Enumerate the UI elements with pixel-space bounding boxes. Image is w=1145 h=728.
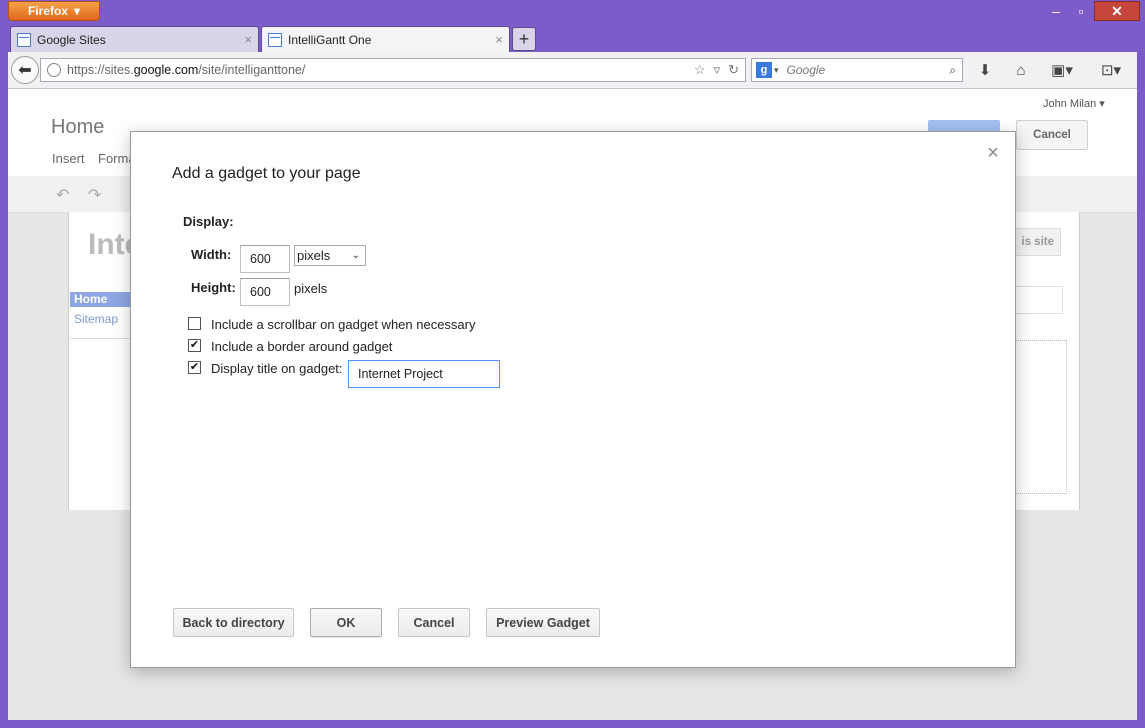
gadget-dialog — [130, 131, 1016, 668]
scrollbar-option-label: Include a scrollbar on gadget when neces… — [211, 317, 476, 332]
tab-close-icon[interactable]: × — [244, 32, 252, 47]
tab-intelligantt-one[interactable]: IntelliGantt One × — [261, 26, 510, 52]
user-menu[interactable]: John Milan ▾ — [1043, 97, 1105, 110]
bookmarks-icon[interactable]: ▣▾ — [1046, 60, 1078, 80]
chevron-down-icon[interactable]: ▾ — [774, 65, 779, 76]
width-unit-value: pixels — [297, 248, 331, 263]
search-placeholder: Google — [786, 63, 826, 77]
search-icon[interactable]: ⌕ — [949, 63, 956, 78]
download-icon[interactable]: ⬇ — [974, 60, 996, 80]
page-title: Home — [51, 116, 105, 138]
window-close-icon[interactable]: ✕ — [1094, 1, 1140, 21]
firefox-menu-button[interactable]: Firefox ▾ — [8, 1, 100, 21]
firefox-menu-label: Firefox — [27, 4, 68, 18]
preview-gadget-button[interactable]: Preview Gadget — [486, 608, 600, 637]
width-unit-select[interactable]: pixels ⌄ — [294, 245, 366, 266]
sidebar-item-home[interactable]: Home — [70, 292, 132, 307]
google-icon[interactable]: g — [756, 62, 772, 78]
maximize-icon[interactable]: ▫ — [1068, 2, 1094, 20]
width-input[interactable] — [240, 245, 290, 273]
display-label: Display: — [183, 214, 234, 229]
ok-button[interactable]: OK — [310, 608, 382, 637]
sidebar-item-sitemap[interactable]: Sitemap — [74, 312, 118, 326]
border-option-label: Include a border around gadget — [211, 339, 393, 354]
title-option-label: Display title on gadget: — [211, 361, 343, 376]
content-field — [1015, 286, 1063, 314]
sites-favicon-icon — [268, 32, 282, 47]
gadget-title-input[interactable] — [348, 360, 500, 388]
back-button[interactable]: ⬅ — [11, 56, 39, 84]
chevron-down-icon: ▾ — [73, 4, 81, 18]
tab-google-sites[interactable]: Google Sites × — [10, 26, 259, 52]
cancel-button[interactable]: Cancel — [398, 608, 470, 637]
url-text: https://sites.google.com/site/intelligan… — [67, 63, 306, 77]
border-checkbox[interactable]: ✔ — [188, 339, 201, 352]
divider — [70, 338, 132, 339]
back-to-directory-button[interactable]: Back to directory — [173, 608, 294, 637]
url-bar[interactable]: https://sites.google.com/site/intelligan… — [40, 58, 746, 82]
page-cancel-button[interactable]: Cancel — [1016, 120, 1088, 150]
tab-label: IntelliGantt One — [288, 32, 372, 47]
height-input[interactable] — [240, 278, 290, 306]
tab-label: Google Sites — [37, 32, 106, 47]
scrollbar-checkbox[interactable] — [188, 317, 201, 330]
tab-close-icon[interactable]: × — [495, 32, 503, 47]
title-bar — [0, 0, 1145, 26]
redo-icon[interactable]: ↷ — [88, 185, 101, 205]
gadget-placeholder — [1015, 340, 1067, 494]
width-label: Width: — [191, 247, 232, 262]
height-unit-label: pixels — [294, 281, 328, 296]
new-tab-button[interactable]: + — [512, 27, 536, 51]
chevron-down-icon: ⌄ — [351, 250, 360, 261]
addon-icon[interactable]: ⊡▾ — [1093, 60, 1129, 80]
home-icon[interactable]: ⌂ — [1010, 60, 1032, 80]
sites-favicon-icon — [17, 32, 31, 47]
menu-insert[interactable]: Insert — [52, 151, 85, 166]
bookmark-star-icon[interactable]: ☆ — [694, 62, 706, 78]
close-icon[interactable]: × — [985, 142, 1001, 164]
height-label: Height: — [191, 280, 236, 295]
minimize-icon[interactable]: ‒ — [1043, 2, 1069, 20]
globe-icon — [47, 63, 61, 77]
title-checkbox[interactable]: ✔ — [188, 361, 201, 374]
dialog-title: Add a gadget to your page — [172, 165, 361, 182]
chevron-down-icon[interactable]: ▿ — [714, 62, 721, 78]
search-bar[interactable]: g ▾ Google ⌕ — [751, 58, 963, 82]
reload-icon[interactable]: ↻ — [728, 62, 739, 78]
back-arrow-icon: ⬅ — [18, 62, 32, 79]
undo-icon[interactable]: ↶ — [56, 185, 69, 205]
